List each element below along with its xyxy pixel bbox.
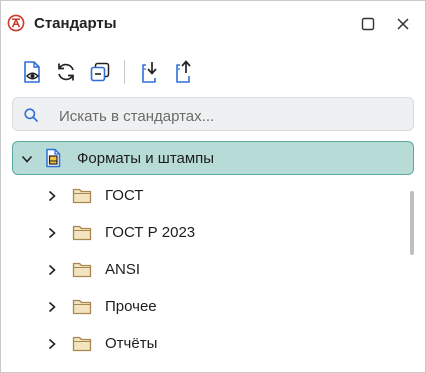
panel-title: Стандарты — [34, 15, 117, 32]
export-button[interactable] — [171, 59, 195, 85]
chevron-right-icon[interactable] — [46, 263, 58, 276]
folder-icon — [72, 335, 92, 352]
tree-item-reports[interactable]: Отчёты — [1, 325, 401, 362]
tree-item-gost[interactable]: ГОСТ — [1, 177, 401, 214]
close-icon — [397, 18, 409, 30]
maximize-icon — [361, 17, 375, 31]
toolbar — [1, 55, 425, 89]
tree-item-label: ГОСТ — [105, 187, 144, 204]
toolbar-separator — [124, 60, 125, 84]
standards-tree: Форматы и штампы ГОСТ ГОСТ Р 2023 ANSI П… — [1, 139, 425, 372]
refresh-button[interactable] — [54, 59, 78, 85]
chevron-right-icon[interactable] — [46, 337, 58, 350]
tree-item-label: Отчёты — [105, 335, 158, 352]
title-bar: Стандарты — [1, 1, 425, 45]
document-template-icon — [44, 148, 62, 168]
folder-icon — [72, 224, 92, 241]
collapse-all-icon — [90, 62, 110, 82]
tree-item-label: Прочее — [105, 298, 157, 315]
search-input[interactable] — [57, 104, 401, 128]
tree-item-label: ГОСТ Р 2023 — [105, 224, 196, 241]
standards-panel: Стандарты Искать в стандартах... Форматы… — [0, 0, 426, 373]
close-button[interactable] — [392, 13, 414, 35]
tree-item-other[interactable]: Прочее — [1, 288, 401, 325]
chevron-right-icon[interactable] — [46, 226, 58, 239]
collapse-all-button[interactable] — [88, 59, 112, 85]
search-box — [12, 97, 414, 131]
maximize-button[interactable] — [357, 13, 379, 35]
export-icon — [176, 60, 191, 83]
refresh-icon — [58, 63, 74, 81]
import-button[interactable] — [137, 59, 161, 85]
tree-item-gost-r-2023[interactable]: ГОСТ Р 2023 — [1, 214, 401, 251]
folder-icon — [72, 187, 92, 204]
preview-button[interactable] — [21, 59, 45, 85]
chevron-right-icon[interactable] — [46, 300, 58, 313]
tree-item-ansi[interactable]: ANSI — [1, 251, 401, 288]
chevron-right-icon[interactable] — [46, 189, 58, 202]
folder-icon — [72, 298, 92, 315]
search-icon — [23, 107, 39, 123]
preview-document-icon — [24, 61, 40, 83]
tree-scrollbar-thumb[interactable] — [410, 191, 414, 255]
folder-icon — [72, 261, 92, 278]
tree-root-label: Форматы и штампы — [77, 150, 215, 167]
tree-root-formats-and-stamps[interactable]: Форматы и штампы — [12, 141, 414, 175]
import-icon — [142, 62, 157, 83]
app-logo-icon — [7, 14, 25, 32]
chevron-down-icon[interactable] — [21, 152, 33, 164]
tree-item-label: ANSI — [105, 261, 141, 278]
